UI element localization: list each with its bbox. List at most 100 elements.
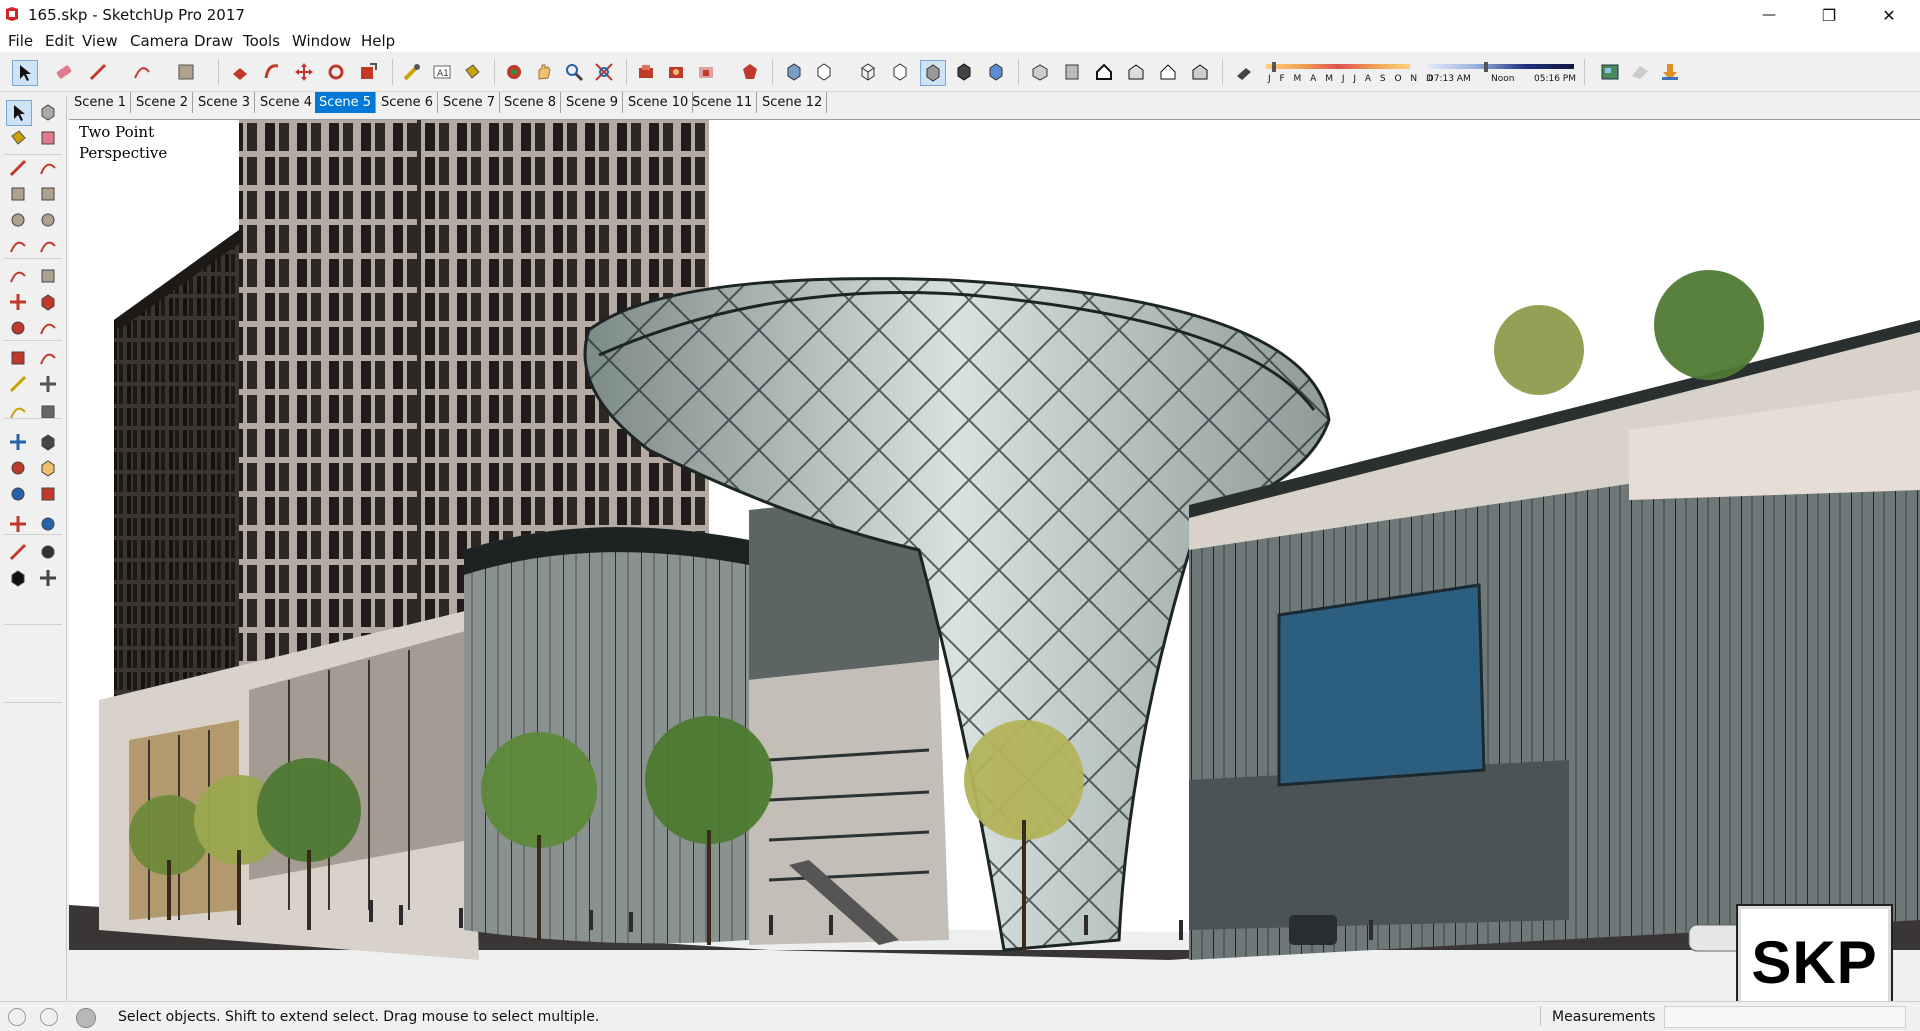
protractor-tool-button[interactable] (6, 400, 30, 424)
scene-tab-4[interactable]: Scene 4 (256, 92, 318, 113)
scale-tool-button[interactable] (356, 60, 380, 84)
orbit-tool-button[interactable] (502, 60, 526, 84)
iso-view-button[interactable] (1028, 60, 1052, 84)
select-tool-button[interactable] (12, 60, 38, 86)
tape-measure-tool-button[interactable] (400, 60, 424, 84)
shadow-date-thumb[interactable] (1272, 62, 1276, 72)
zoom-window-tool-button[interactable] (36, 482, 60, 506)
menu-draw[interactable]: Draw (194, 32, 233, 50)
circle-tool-button[interactable] (6, 208, 30, 232)
shadow-time-thumb[interactable] (1484, 62, 1488, 72)
minimize-button[interactable]: — (1740, 0, 1798, 30)
walk-tool-button[interactable] (6, 566, 30, 590)
scene-tab-8[interactable]: Scene 8 (500, 92, 562, 113)
line-tool-button[interactable] (6, 156, 30, 180)
move-tool-button[interactable] (292, 60, 316, 84)
push-pull-tool-button[interactable] (36, 290, 60, 314)
scene-tab-12[interactable]: Scene 12 (758, 92, 828, 113)
orbit-tool-button[interactable] (6, 456, 30, 480)
back-edges-style-button[interactable] (812, 60, 836, 84)
position-camera-tool-button[interactable] (6, 540, 30, 564)
menu-edit[interactable]: Edit (45, 32, 74, 50)
wireframe-style-button[interactable] (856, 60, 880, 84)
paint-bucket-tool-button[interactable] (460, 60, 484, 84)
zoom-extents-tool-button[interactable] (592, 60, 616, 84)
scene-tab-3[interactable]: Scene 3 (194, 92, 256, 113)
paint-bucket-tool-button[interactable] (6, 126, 30, 150)
pie-tool-button[interactable] (36, 264, 60, 288)
left-view-button[interactable] (1188, 60, 1212, 84)
text-tool-button[interactable]: A1 (430, 60, 454, 84)
warehouse-button[interactable] (634, 60, 658, 84)
rotate-tool-button[interactable] (324, 60, 348, 84)
rectangle-tool-button[interactable] (174, 60, 198, 84)
menu-camera[interactable]: Camera (130, 32, 189, 50)
xray-style-button[interactable] (782, 60, 806, 84)
push-pull-tool-button[interactable] (228, 60, 252, 84)
menu-window[interactable]: Window (292, 32, 351, 50)
scene-tab-10[interactable]: Scene 10 (624, 92, 694, 113)
eraser-tool-button[interactable] (52, 60, 76, 84)
back-view-button[interactable] (1156, 60, 1180, 84)
credits-status-icon[interactable] (40, 1008, 58, 1026)
scene-tab-1[interactable]: Scene 1 (70, 92, 132, 113)
menu-file[interactable]: File (8, 32, 33, 50)
hidden-line-style-button[interactable] (888, 60, 912, 84)
measurements-input[interactable] (1664, 1006, 1906, 1028)
share-model-button[interactable] (664, 60, 688, 84)
rectangle-tool-button[interactable] (6, 182, 30, 206)
toggle-terrain-button[interactable] (1628, 60, 1652, 84)
shaded-style-button[interactable] (920, 60, 946, 86)
arc-tool-button[interactable] (130, 60, 154, 84)
follow-me-tool-button[interactable] (36, 316, 60, 340)
text-tool-button[interactable] (36, 400, 60, 424)
previous-view-tool-button[interactable] (36, 512, 60, 536)
menu-help[interactable]: Help (361, 32, 395, 50)
look-around-tool-button[interactable] (36, 540, 60, 564)
axes-tool-button[interactable] (6, 430, 30, 454)
geo-location-status-icon[interactable] (8, 1008, 26, 1026)
component-tool-button[interactable] (36, 100, 60, 124)
share-component-button[interactable] (694, 60, 718, 84)
menu-tools[interactable]: Tools (243, 32, 280, 50)
two-point-arc-tool-button[interactable] (36, 234, 60, 258)
dimension-tool-button[interactable] (36, 372, 60, 396)
rotate-tool-button[interactable] (6, 316, 30, 340)
monochrome-style-button[interactable] (984, 60, 1008, 84)
rotated-rectangle-tool-button[interactable] (36, 182, 60, 206)
shadows-toggle-button[interactable] (1232, 60, 1256, 84)
follow-me-tool-button[interactable] (260, 60, 284, 84)
add-location-button[interactable] (1598, 60, 1622, 84)
menu-view[interactable]: View (82, 32, 118, 50)
extension-warehouse-button[interactable] (738, 60, 762, 84)
shadow-time-slider[interactable]: 07:13 AM Noon 05:16 PM (1428, 62, 1576, 86)
photo-textures-button[interactable] (1658, 60, 1682, 84)
restore-button[interactable]: ❐ (1800, 0, 1858, 30)
pan-tool-button[interactable] (36, 456, 60, 480)
scale-tool-button[interactable] (6, 346, 30, 370)
zoom-extents-tool-button[interactable] (6, 512, 30, 536)
scene-tab-7[interactable]: Scene 7 (439, 92, 501, 113)
section-plane-tool-button[interactable] (36, 566, 60, 590)
scene-tab-11[interactable]: Scene 11 (688, 92, 758, 113)
arc-tool-button[interactable] (6, 234, 30, 258)
textured-style-button[interactable] (952, 60, 976, 84)
pan-tool-button[interactable] (532, 60, 556, 84)
scene-tab-5[interactable]: Scene 5 (315, 92, 377, 113)
three-point-arc-tool-button[interactable] (6, 264, 30, 288)
3d-text-tool-button[interactable] (36, 430, 60, 454)
tape-measure-tool-button[interactable] (6, 372, 30, 396)
zoom-tool-button[interactable] (6, 482, 30, 506)
front-view-button[interactable] (1092, 60, 1116, 84)
polygon-tool-button[interactable] (36, 208, 60, 232)
scene-tab-6[interactable]: Scene 6 (377, 92, 439, 113)
user-account-icon[interactable] (76, 1008, 96, 1028)
eraser-tool-button[interactable] (36, 126, 60, 150)
freehand-tool-button[interactable] (36, 156, 60, 180)
zoom-tool-button[interactable] (562, 60, 586, 84)
offset-tool-button[interactable] (36, 346, 60, 370)
shadow-date-slider[interactable]: J F M A M J J A S O N D (1266, 62, 1433, 86)
select-tool-button[interactable] (6, 100, 32, 126)
top-view-button[interactable] (1060, 60, 1084, 84)
right-view-button[interactable] (1124, 60, 1148, 84)
